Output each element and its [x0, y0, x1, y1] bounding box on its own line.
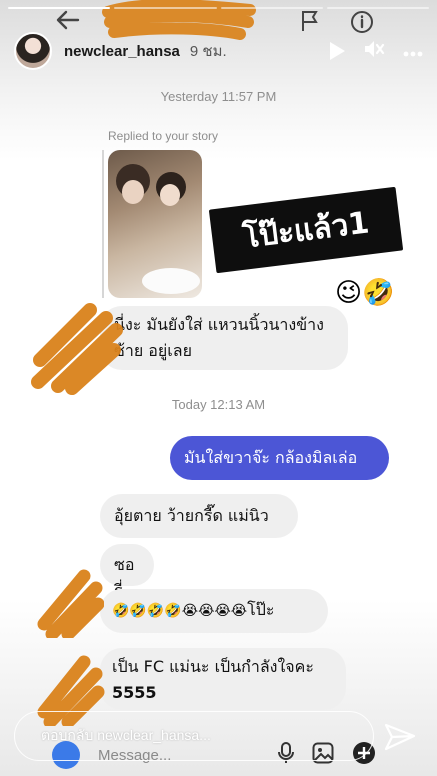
replied-label: Replied to your story — [108, 129, 219, 143]
story-reply-input[interactable]: ตอบกลับ newclear_hansa... — [14, 711, 374, 761]
text-sticker: โป๊ะแล้ว1 — [208, 186, 404, 274]
message-text: โป๊ะ — [247, 600, 275, 619]
send-icon[interactable] — [383, 722, 417, 752]
message-bubble: ซอรี่ — [100, 544, 154, 600]
message-bubble: เป็น FC แม่นะ เป็นกำลังใจคะ 5555 — [100, 648, 346, 710]
scribble-avatar-2 — [37, 569, 104, 638]
progress-segment — [326, 7, 429, 9]
story-progress — [8, 7, 429, 9]
story-username[interactable]: newclear_hansa — [64, 43, 180, 60]
progress-segment — [114, 7, 217, 9]
story-thumbnail[interactable] — [108, 150, 202, 298]
progress-segment — [8, 7, 111, 9]
my-message-bubble: มันใส่ขวาจ๊ะ กล้องมิลเล่อ — [170, 436, 389, 480]
story-time: 9 ชม. — [189, 43, 227, 60]
scribble-avatar-1 — [31, 303, 123, 395]
timestamp: Today 12:13 AM — [171, 397, 266, 412]
reply-placeholder: ตอบกลับ newclear_hansa... — [41, 727, 211, 743]
story-header: newclear_hansa 9 ชม. — [14, 30, 423, 72]
timestamp: Yesterday 11:57 PM — [160, 89, 277, 104]
sticker-emoji: 😉🤣 — [335, 278, 395, 308]
reply-divider — [102, 150, 104, 298]
emoji-run: 🤣🤣🤣🤣😭😭😭😭 — [112, 603, 248, 619]
play-icon[interactable] — [330, 42, 345, 60]
mute-icon[interactable] — [363, 39, 385, 63]
story-frame: newclear_hansa 9 ชม. Yesterday 11:57 PM … — [0, 0, 437, 776]
more-icon[interactable] — [403, 42, 423, 61]
progress-segment — [220, 7, 323, 9]
message-bubble: 🤣🤣🤣🤣😭😭😭😭โป๊ะ — [100, 589, 328, 633]
message-bubble: นี่งะ มันยังใส่ แหวนนิ้วนางข้าง ซ้าย อยู… — [100, 306, 348, 370]
message-line: 5555 — [112, 683, 157, 702]
message-line: เป็น FC แม่นะ เป็นกำลังใจคะ — [112, 657, 314, 676]
avatar[interactable] — [14, 32, 52, 70]
header-controls — [330, 39, 423, 63]
message-bubble: อุ้ยตาย ว้ายกรี๊ด แม่นิว — [100, 494, 298, 538]
